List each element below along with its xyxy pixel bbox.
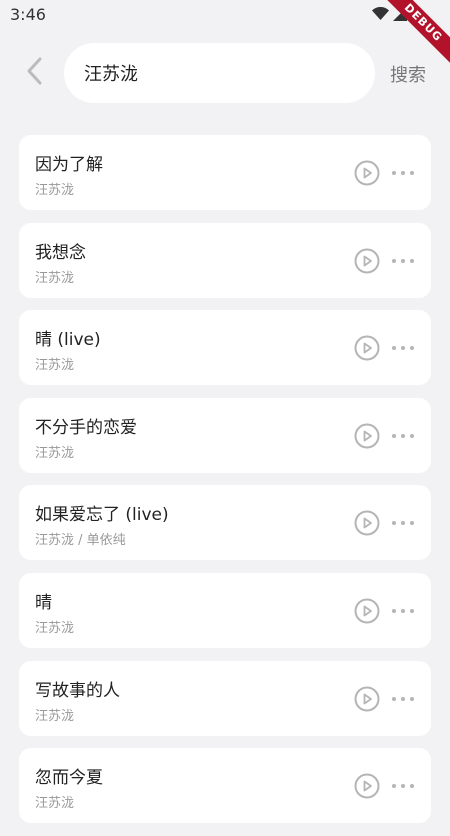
play-icon[interactable] [354, 248, 380, 274]
more-icon[interactable] [392, 164, 414, 182]
more-icon[interactable] [392, 514, 414, 532]
song-artist: 汪苏泷 [35, 358, 75, 374]
song-artist: 汪苏泷 / 单依纯 [35, 533, 126, 549]
song-item[interactable]: 忽而今夏 汪苏泷 [19, 748, 431, 824]
chevron-left-icon [25, 56, 43, 90]
search-input[interactable] [64, 43, 375, 103]
song-title: 因为了解 [35, 155, 103, 175]
song-title: 晴 (live) [35, 330, 101, 351]
song-artist: 汪苏泷 [35, 708, 75, 724]
song-title: 如果爱忘了 (live) [35, 505, 169, 526]
more-icon[interactable] [392, 339, 414, 357]
play-icon[interactable] [354, 598, 380, 624]
play-icon[interactable] [354, 773, 380, 799]
battery-icon [411, 6, 420, 25]
song-artist: 汪苏泷 [35, 445, 75, 461]
song-title: 忽而今夏 [35, 768, 103, 789]
song-title: 我想念 [35, 242, 86, 263]
play-icon[interactable] [354, 686, 380, 712]
play-icon[interactable] [354, 335, 380, 361]
more-icon[interactable] [392, 777, 414, 795]
song-item[interactable]: 我想念 汪苏泷 [19, 222, 431, 298]
cell-signal-icon [393, 6, 407, 25]
song-list: 因为了解 汪苏泷 我想念 汪苏泷 晴 (live) 汪苏泷 不分手的恋爱 汪苏泷… [19, 135, 431, 836]
song-artist: 汪苏泷 [35, 183, 75, 198]
song-item[interactable]: 写故事的人 汪苏泷 [19, 660, 431, 736]
song-item[interactable]: 晴 汪苏泷 [19, 572, 431, 648]
song-item[interactable]: 不分手的恋爱 汪苏泷 [19, 397, 431, 473]
song-title: 不分手的恋爱 [35, 417, 137, 438]
song-artist: 汪苏泷 [35, 270, 75, 286]
song-title: 晴 [35, 592, 52, 613]
status-icons [372, 6, 420, 25]
song-item[interactable]: 如果爱忘了 (live) 汪苏泷 / 单依纯 [19, 485, 431, 561]
status-bar: 3:46 [0, 0, 450, 32]
more-icon[interactable] [392, 602, 414, 620]
back-button[interactable] [18, 57, 50, 89]
search-button[interactable]: 搜索 [390, 61, 426, 87]
wifi-icon [372, 6, 389, 25]
search-bar: 搜索 [0, 43, 450, 103]
song-item[interactable]: 晴 (live) 汪苏泷 [19, 310, 431, 386]
song-title: 写故事的人 [35, 680, 120, 701]
more-icon[interactable] [392, 427, 414, 445]
play-icon[interactable] [354, 510, 380, 536]
play-icon[interactable] [354, 423, 380, 449]
song-item[interactable]: 因为了解 汪苏泷 [19, 135, 431, 210]
song-artist: 汪苏泷 [35, 620, 75, 636]
song-artist: 汪苏泷 [35, 796, 75, 812]
status-time: 3:46 [10, 5, 46, 24]
more-icon[interactable] [392, 252, 414, 270]
play-icon[interactable] [354, 160, 380, 186]
more-icon[interactable] [392, 690, 414, 708]
